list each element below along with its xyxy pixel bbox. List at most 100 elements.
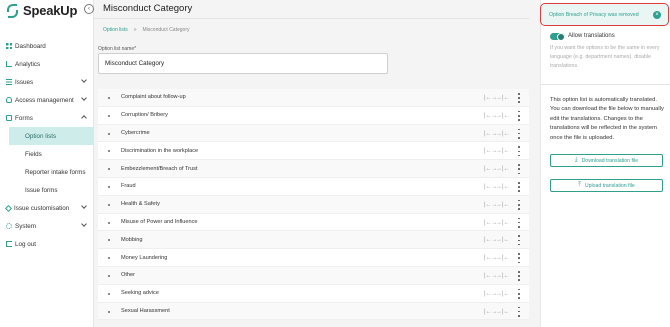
option-row[interactable]: Discrimination in the workplace |←→ →|← (98, 142, 529, 161)
collapse-icon[interactable]: →|← (496, 166, 510, 172)
option-label: Mobbing (121, 236, 143, 243)
drag-handle-icon[interactable] (108, 203, 110, 206)
sidebar-item-issue-customisation[interactable]: Issue customisation (0, 199, 94, 217)
download-translation-button[interactable]: ⤓ Download translation file (550, 154, 663, 167)
option-label: Corruption/ Bribery (121, 112, 168, 119)
drag-handle-icon[interactable] (108, 168, 110, 171)
more-vertical-icon[interactable] (516, 93, 522, 103)
sidebar-item-log-out[interactable]: Log out (0, 235, 94, 253)
collapse-icon[interactable]: →|← (496, 220, 510, 226)
more-vertical-icon[interactable] (516, 235, 522, 246)
sidebar-item-forms[interactable]: Forms (0, 109, 94, 127)
collapse-icon[interactable]: →|← (496, 291, 510, 297)
breadcrumb-link-option-lists[interactable]: Option lists (103, 27, 128, 33)
analytics-chart-icon (6, 61, 12, 67)
option-row[interactable]: Misuse of Power and Influence |←→ →|← (98, 214, 529, 232)
drag-handle-icon[interactable] (108, 221, 110, 224)
more-vertical-icon[interactable] (516, 199, 522, 210)
collapse-icon[interactable]: →|← (496, 113, 510, 119)
sidebar-item-label: Forms (15, 114, 33, 122)
toast-notification: Option Breach of Privacy was removed × (540, 3, 669, 26)
more-vertical-icon[interactable] (516, 306, 522, 317)
close-icon[interactable]: × (653, 10, 661, 19)
collapse-icon[interactable]: →|← (496, 184, 510, 190)
more-vertical-icon[interactable] (516, 128, 522, 139)
option-label: Embezzlement/Breach of Trust (121, 165, 198, 172)
sidebar-subitem-reporter-intake-forms[interactable]: Reporter intake forms (0, 163, 94, 181)
option-row[interactable]: Other |←→ →|← (98, 266, 529, 285)
option-list-name-label: Option list name* (98, 46, 137, 52)
upload-translation-button[interactable]: ⤒ Upload translation file (550, 179, 663, 192)
logout-icon (6, 241, 12, 247)
option-row[interactable]: Embezzlement/Breach of Trust |←→ →|← (98, 160, 529, 178)
option-row[interactable]: Sexual Harassment |←→ →|← (98, 302, 529, 321)
collapse-icon[interactable]: →|← (496, 273, 510, 279)
collapse-icon[interactable]: →|← (496, 131, 510, 137)
option-row[interactable]: Corruption/ Bribery |←→ →|← (98, 107, 529, 125)
chevron-down-icon (81, 77, 87, 83)
drag-handle-icon[interactable] (108, 257, 110, 260)
option-label: Misuse of Power and Influence (121, 218, 198, 225)
more-vertical-icon[interactable] (516, 253, 522, 264)
drag-handle-icon[interactable] (108, 274, 110, 277)
option-label: Discrimination in the workplace (121, 147, 199, 154)
more-vertical-icon[interactable] (516, 181, 522, 192)
collapse-icon[interactable]: →|← (496, 237, 510, 243)
collapse-icon[interactable]: →|← (496, 255, 510, 261)
drag-handle-icon[interactable] (108, 292, 110, 295)
drag-handle-icon[interactable] (108, 239, 110, 242)
sidebar-item-label: Dashboard (15, 42, 46, 50)
upload-icon: ⤒ (578, 182, 581, 188)
breadcrumb-separator: » (133, 27, 137, 33)
option-label: Cybercrime (121, 129, 150, 136)
toast-message: Option Breach of Privacy was removed (549, 11, 639, 18)
allow-translations-toggle[interactable] (550, 32, 565, 41)
sidebar-subitem-option-lists[interactable]: Option lists (9, 127, 94, 145)
sidebar-item-dashboard[interactable]: Dashboard (0, 37, 94, 55)
forms-icon (6, 115, 12, 121)
sidebar-subitem-issue-forms[interactable]: Issue forms (0, 181, 94, 199)
more-vertical-icon[interactable] (516, 288, 522, 299)
option-row[interactable]: Mobbing |←→ →|← (98, 231, 529, 250)
option-row[interactable]: Fraud |←→ →|← (98, 178, 529, 196)
sidebar-item-label: Log out (15, 240, 37, 248)
chevron-up-icon (81, 115, 87, 121)
collapse-icon[interactable]: →|← (496, 202, 510, 208)
more-vertical-icon[interactable] (516, 270, 522, 281)
more-vertical-icon[interactable] (516, 164, 522, 175)
option-row[interactable]: Health & Safety |←→ →|← (98, 195, 529, 214)
drag-handle-icon[interactable] (108, 97, 110, 99)
gear-icon (6, 223, 12, 229)
sidebar-item-system[interactable]: System (0, 217, 94, 235)
drag-handle-icon[interactable] (108, 114, 110, 117)
sidebar-subitem-fields[interactable]: Fields (0, 145, 94, 163)
options-list: Complaint about follow-up |←→ →|← Corruptio… (98, 89, 529, 321)
divider (94, 18, 529, 19)
logo[interactable]: SpeakUp (7, 3, 77, 18)
more-vertical-icon[interactable] (516, 110, 522, 121)
collapse-icon[interactable]: →|← (496, 95, 510, 101)
breadcrumb-current: Misconduct Category (142, 27, 190, 33)
sidebar-item-issues[interactable]: Issues (0, 73, 94, 91)
drag-handle-icon[interactable] (108, 185, 110, 188)
chevron-down-icon (81, 95, 87, 101)
download-icon: ⤓ (574, 157, 578, 163)
option-row[interactable]: Complaint about follow-up |←→ →|← (98, 89, 529, 107)
collapse-icon[interactable]: →|← (496, 148, 510, 154)
more-vertical-icon[interactable] (516, 217, 522, 228)
option-row[interactable]: Money Laundering |←→ →|← (98, 249, 529, 267)
option-row[interactable]: Cybercrime |←→ →|← (98, 124, 529, 143)
drag-handle-icon[interactable] (108, 150, 110, 153)
drag-handle-icon[interactable] (108, 310, 110, 313)
tool-icon (4, 204, 13, 212)
option-list-name-input[interactable] (98, 53, 388, 74)
option-row[interactable]: Seeking advice |←→ →|← (98, 285, 529, 303)
drag-handle-icon[interactable] (108, 132, 110, 135)
more-vertical-icon[interactable] (516, 146, 522, 157)
collapse-icon[interactable]: →|← (496, 309, 510, 315)
option-label: Sexual Harassment (121, 307, 170, 314)
dashboard-grid-icon (6, 43, 12, 49)
sidebar-item-analytics[interactable]: Analytics (0, 55, 94, 73)
chevron-left-icon[interactable]: ‹ (84, 4, 94, 14)
sidebar-item-access-management[interactable]: Access management (0, 91, 94, 109)
